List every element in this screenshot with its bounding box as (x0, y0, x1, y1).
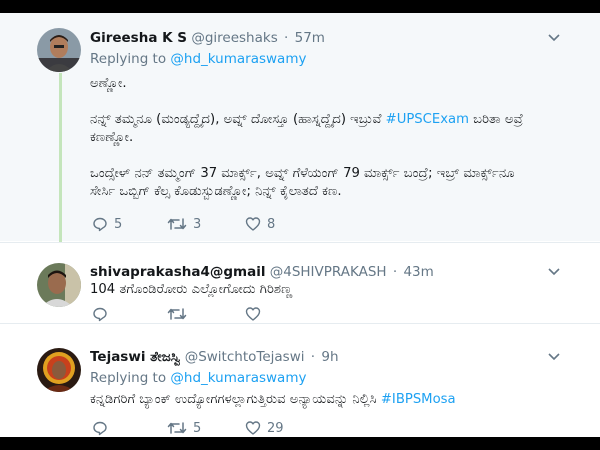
timestamp[interactable]: 43m (403, 264, 433, 280)
avatar[interactable] (37, 348, 81, 392)
replying-to: Replying to @hd_kumaraswamy (90, 51, 306, 67)
reply-button[interactable]: 5 (92, 216, 122, 232)
hashtag-link[interactable]: #UPSCExam (386, 112, 469, 127)
tweet-text: ಕನ್ನಡಿಗರಿಗೆ ಬ್ಯಾಂಕ್ ಉದ್ಯೋಗಗಳಲ್ಲಾಗುತ್ತಿರು… (90, 391, 570, 409)
retweet-button[interactable]: 3 (167, 216, 201, 232)
tweet-text-segment: ನನ್ನ್ ತಮ್ಮನೂ (ಮಂಡ್ಯದ್ದೈದ), ಅವ್ನ್ ದೋಸ್ತೂ … (90, 112, 386, 127)
retweet-count: 5 (193, 420, 202, 436)
like-count: 8 (267, 216, 276, 232)
heart-icon (245, 420, 261, 436)
replying-to-link[interactable]: @hd_kumaraswamy (170, 370, 306, 386)
tweet-text: 104 ತಗೊಂಡಿರೋರು ಎಲ್ಲೋಗೋದು ಗಿರಿಶಣ್ಣ (90, 282, 293, 297)
author-handle[interactable]: @4SHIVPRAKASH (270, 264, 387, 280)
reply-icon (92, 306, 108, 322)
timeline: Gireesha K S @gireeshaks · 57m Replying … (0, 13, 600, 437)
tweet-gireesha[interactable]: Gireesha K S @gireeshaks · 57m Replying … (0, 13, 600, 245)
separator: · (284, 30, 289, 46)
chevron-down-icon[interactable] (548, 31, 560, 46)
avatar[interactable] (37, 28, 81, 72)
chevron-down-icon[interactable] (548, 265, 560, 280)
retweet-button[interactable] (167, 306, 187, 322)
tweet-header: Tejaswi ತೇಜಸ್ವಿ @SwitchtoTejaswi · 9h (90, 349, 339, 365)
author-handle[interactable]: @SwitchtoTejaswi (185, 349, 305, 365)
tweet-paragraph: ಕಣಣ್ಣೋ. (90, 130, 134, 145)
like-count: 29 (267, 420, 284, 436)
author-handle[interactable]: @gireeshaks (191, 30, 277, 46)
replying-to-link[interactable]: @hd_kumaraswamy (170, 51, 306, 67)
hashtag-link[interactable]: #IBPSMosa (381, 392, 456, 407)
like-button[interactable]: 29 (245, 420, 284, 436)
tweet-text: ಅಣ್ಣೋ. ನನ್ನ್ ತಮ್ಮನೂ (ಮಂಡ್ಯದ್ದೈದ), ಅವ್ನ್ … (90, 75, 570, 201)
replying-prefix: Replying to (90, 51, 167, 67)
retweet-count: 3 (193, 216, 202, 232)
avatar[interactable] (37, 263, 81, 307)
reply-button[interactable] (92, 420, 108, 436)
reply-count: 5 (114, 216, 123, 232)
thread-connector (59, 73, 62, 245)
author-name[interactable]: Tejaswi ತೇಜಸ್ವಿ (90, 349, 180, 365)
tweet-header: Gireesha K S @gireeshaks · 57m (90, 30, 325, 46)
tweet-paragraph: ಸೇರ್ಸಿ ಒಬ್ಬಿಗ್ ಕೆಲ್ಸ ಕೊಡುಸ್ಬುಡಣ್ಣೋ; ನಿನ್… (90, 184, 342, 199)
reply-icon (92, 216, 108, 232)
timestamp[interactable]: 57m (295, 30, 325, 46)
reply-button[interactable] (92, 306, 108, 322)
tweet-paragraph: ನನ್ನ್ ತಮ್ಮನೂ (ಮಂಡ್ಯದ್ದೈದ), ಅವ್ನ್ ದೋಸ್ತೂ … (90, 111, 570, 129)
tweet-shivaprakasha[interactable]: shivaprakasha4@gmail @4SHIVPRAKASH · 43m… (0, 242, 600, 323)
timestamp[interactable]: 9h (321, 349, 338, 365)
tweet-text-segment: ಕನ್ನಡಿಗರಿಗೆ ಬ್ಯಾಂಕ್ ಉದ್ಯೋಗಗಳಲ್ಲಾಗುತ್ತಿರು… (90, 392, 381, 407)
tweet-header: shivaprakasha4@gmail @4SHIVPRAKASH · 43m (90, 264, 434, 280)
reply-icon (92, 420, 108, 436)
author-name[interactable]: shivaprakasha4@gmail (90, 264, 265, 280)
author-name[interactable]: Gireesha K S (90, 30, 187, 46)
tweet-paragraph: ಒಂದ್ಸೇಳ್ ನನ್ ತಮ್ಮಂಗ್ 37 ಮಾರ್ಕ್ಸ್, ಅವ್ನ್ … (90, 166, 515, 181)
like-button[interactable]: 8 (245, 216, 275, 232)
replying-to: Replying to @hd_kumaraswamy (90, 370, 306, 386)
heart-icon (245, 216, 261, 232)
tweet-paragraph: ಅಣ್ಣೋ. (90, 76, 127, 91)
retweet-icon (167, 420, 187, 436)
retweet-button[interactable]: 5 (167, 420, 201, 436)
chevron-down-icon[interactable] (548, 350, 560, 365)
retweet-icon (167, 216, 187, 232)
like-button[interactable] (245, 306, 261, 322)
retweet-icon (167, 306, 187, 322)
tweet-text-segment: ಬರಿತಾ ಅವ್ರೆ (468, 112, 524, 127)
separator: · (310, 349, 316, 365)
separator: · (392, 264, 398, 280)
replying-prefix: Replying to (90, 370, 167, 386)
tweet-tejaswi[interactable]: Tejaswi ತೇಜಸ್ವಿ @SwitchtoTejaswi · 9h Re… (0, 323, 600, 437)
heart-icon (245, 306, 261, 322)
